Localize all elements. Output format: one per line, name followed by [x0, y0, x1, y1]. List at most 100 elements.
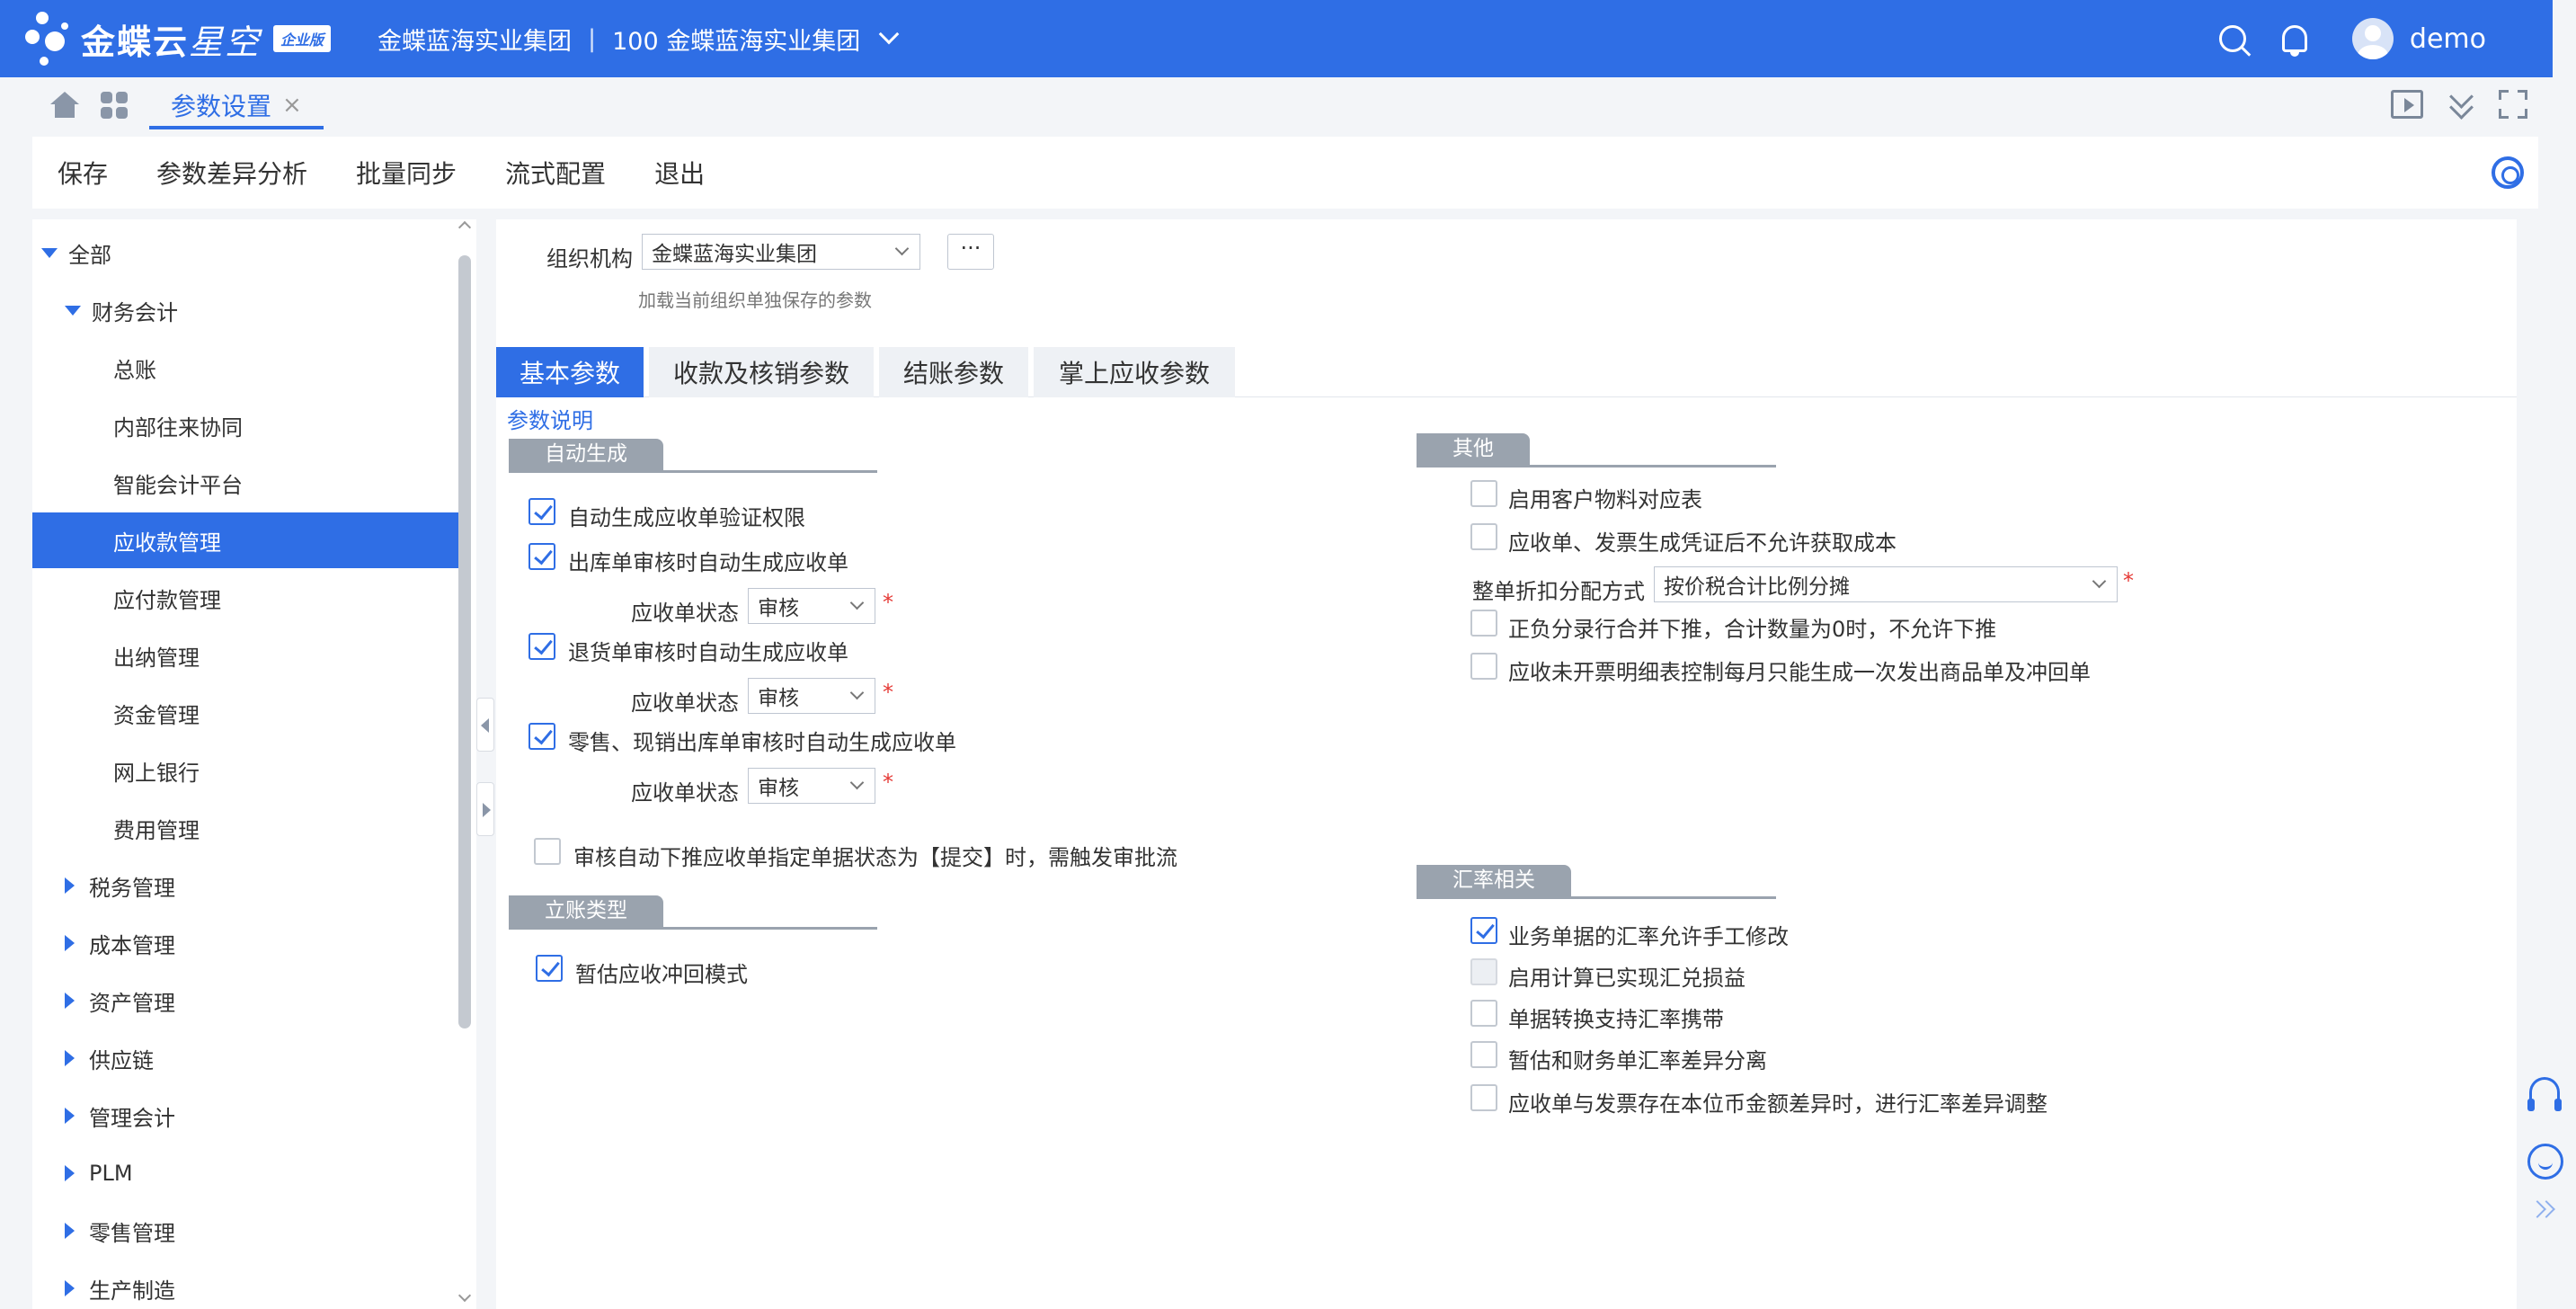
tree-item-label: 供应链 — [89, 1047, 154, 1073]
status-select-1[interactable]: 审核 — [748, 588, 875, 624]
tab-param-settings[interactable]: 参数设置 × — [149, 85, 324, 129]
smile-icon[interactable] — [2527, 1144, 2563, 1180]
section-exchange: 汇率相关 — [1417, 865, 1776, 899]
checkbox-label: 退货单审核时自动生成应收单 — [568, 640, 848, 665]
scrollbar[interactable] — [458, 255, 471, 1028]
scroll-down-icon[interactable] — [457, 1288, 472, 1303]
tree-item[interactable]: PLM — [32, 1145, 458, 1201]
tree-item[interactable]: 应收款管理 — [32, 512, 458, 568]
caret-right-icon[interactable] — [65, 1223, 75, 1239]
checkbox-submit-workflow[interactable] — [534, 838, 561, 865]
double-chevron-down-icon[interactable] — [2447, 90, 2475, 119]
org-switcher[interactable]: 金蝶蓝海实业集团 | 100 金蝶蓝海实业集团 — [378, 0, 900, 77]
double-chevron-right-icon[interactable] — [2531, 1199, 2558, 1221]
headset-icon[interactable] — [2527, 1077, 2562, 1111]
user-name[interactable]: demo — [2410, 23, 2486, 55]
checkbox-customer-material[interactable] — [1470, 480, 1497, 507]
tree-item[interactable]: 网上银行 — [32, 743, 458, 798]
tree-item[interactable]: 内部往来协同 — [32, 397, 458, 453]
more-button[interactable]: ··· — [947, 234, 994, 270]
tree-item[interactable]: 管理会计 — [32, 1088, 458, 1144]
logo[interactable]: 金蝶云星空 企业版 — [25, 0, 332, 77]
tree-item[interactable]: 成本管理 — [32, 915, 458, 971]
checkbox-merge-push[interactable] — [1470, 610, 1497, 637]
gear-icon[interactable] — [2492, 156, 2524, 189]
section-title: 其他 — [1417, 433, 1530, 465]
tree-item-label: 智能会计平台 — [113, 472, 243, 498]
bell-icon[interactable] — [2281, 25, 2307, 57]
chevron-down-icon — [849, 685, 865, 700]
checkbox-outbound-auto[interactable] — [529, 543, 555, 570]
tab-closing[interactable]: 结账参数 — [879, 347, 1028, 397]
caret-right-icon[interactable] — [65, 993, 75, 1009]
caret-down-icon[interactable] — [41, 247, 58, 258]
flow-config-button[interactable]: 流式配置 — [505, 155, 606, 191]
caret-right-icon[interactable] — [65, 877, 75, 894]
scroll-up-icon[interactable] — [457, 220, 472, 235]
tree-item-label: 网上银行 — [113, 760, 200, 786]
tree-item[interactable]: 资金管理 — [32, 685, 458, 741]
tree-item[interactable]: 生产制造 — [32, 1260, 458, 1309]
tab-basic[interactable]: 基本参数 — [496, 347, 644, 397]
apps-icon[interactable] — [101, 92, 129, 120]
tab-mobile[interactable]: 掌上应收参数 — [1034, 347, 1235, 397]
status-select-2[interactable]: 审核 — [748, 678, 875, 714]
required-mark: * — [883, 590, 893, 615]
checkbox-rate-carry[interactable] — [1470, 1000, 1497, 1027]
checkbox-monthly-control[interactable] — [1470, 653, 1497, 680]
close-icon[interactable]: × — [282, 92, 302, 119]
checkbox-no-cost[interactable] — [1470, 523, 1497, 550]
checkbox-return-auto[interactable] — [529, 633, 555, 660]
caret-right-icon[interactable] — [65, 935, 75, 951]
tree-item[interactable]: 出纳管理 — [32, 628, 458, 683]
checkbox-label: 应收单与发票存在本位币金额差异时，进行汇率差异调整 — [1508, 1091, 2047, 1117]
tree-item[interactable]: 费用管理 — [32, 800, 458, 856]
checkbox-label: 启用客户物料对应表 — [1508, 487, 1702, 512]
play-icon[interactable] — [2391, 90, 2423, 119]
param-help-link[interactable]: 参数说明 — [507, 403, 593, 434]
caret-right-icon[interactable] — [65, 1280, 75, 1296]
tree-item-label: 成本管理 — [89, 932, 175, 958]
tree-item[interactable]: 财务会计 — [32, 282, 458, 338]
discount-value: 按价税合计比例分摊 — [1664, 575, 1850, 599]
discount-select[interactable]: 按价税合计比例分摊 — [1654, 566, 2118, 602]
diff-analysis-button[interactable]: 参数差异分析 — [156, 155, 307, 191]
fullscreen-icon[interactable] — [2499, 90, 2527, 119]
chevron-down-icon — [894, 241, 910, 256]
checkbox-rate-adjust[interactable] — [1470, 1084, 1497, 1111]
checkbox-label: 审核自动下推应收单指定单据状态为【提交】时，需触发审批流 — [573, 845, 1177, 870]
org-label: 组织机构 — [546, 246, 633, 272]
tree-item[interactable]: 智能会计平台 — [32, 455, 458, 511]
tree-item[interactable]: 资产管理 — [32, 973, 458, 1028]
checkbox-estimate-reversal[interactable] — [536, 955, 563, 982]
tab-receipt[interactable]: 收款及核销参数 — [649, 347, 874, 397]
batch-sync-button[interactable]: 批量同步 — [356, 155, 457, 191]
caret-right-icon[interactable] — [65, 1165, 75, 1181]
collapse-left-button[interactable] — [476, 698, 494, 752]
tree-item[interactable]: 全部 — [32, 225, 458, 280]
save-button[interactable]: 保存 — [58, 155, 108, 191]
checkbox-retail-auto[interactable] — [529, 723, 555, 750]
tree-item-label: 费用管理 — [113, 817, 200, 843]
tree-item[interactable]: 应付款管理 — [32, 570, 458, 626]
chevron-down-icon[interactable] — [878, 23, 900, 45]
expand-right-button[interactable] — [476, 782, 494, 836]
checkbox-realized-gain[interactable] — [1470, 958, 1497, 985]
checkbox-auto-verify[interactable] — [529, 498, 555, 525]
org-select[interactable]: 金蝶蓝海实业集团 — [642, 234, 920, 270]
checkbox-rate-separate[interactable] — [1470, 1041, 1497, 1068]
exit-button[interactable]: 退出 — [654, 155, 705, 191]
caret-right-icon[interactable] — [65, 1108, 75, 1124]
section-title: 汇率相关 — [1417, 865, 1571, 896]
tree-item[interactable]: 供应链 — [32, 1030, 458, 1086]
avatar[interactable] — [2351, 18, 2394, 59]
checkbox-manual-rate[interactable] — [1470, 917, 1497, 944]
caret-down-icon[interactable] — [65, 305, 81, 316]
home-icon[interactable] — [50, 92, 79, 119]
caret-right-icon[interactable] — [65, 1050, 75, 1066]
status-select-3[interactable]: 审核 — [748, 768, 875, 804]
tree-item[interactable]: 零售管理 — [32, 1203, 458, 1259]
search-icon[interactable] — [2218, 25, 2246, 52]
tree-item[interactable]: 税务管理 — [32, 858, 458, 913]
tree-item[interactable]: 总账 — [32, 340, 458, 396]
